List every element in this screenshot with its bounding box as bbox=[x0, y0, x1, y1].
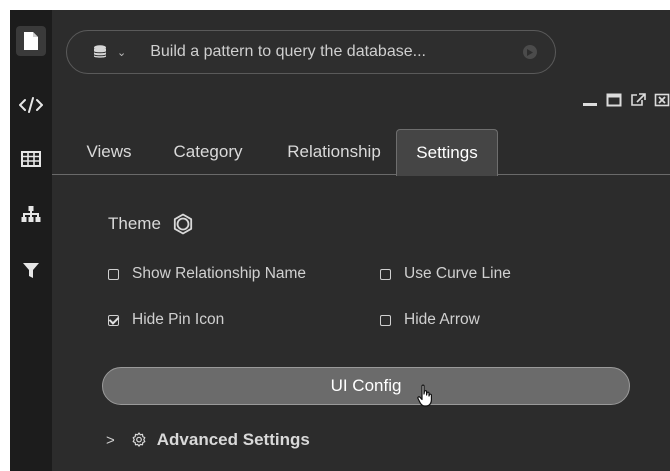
theme-row: Theme bbox=[108, 212, 195, 236]
gear-icon bbox=[131, 432, 147, 448]
ui-config-button[interactable]: UI Config bbox=[102, 367, 630, 405]
checkbox-checked[interactable] bbox=[108, 314, 119, 326]
option-label: Show Relationship Name bbox=[132, 265, 307, 282]
checkbox[interactable] bbox=[380, 268, 391, 280]
option-label: Hide Arrow bbox=[404, 311, 480, 328]
checkbox[interactable] bbox=[380, 314, 391, 326]
filter-icon[interactable] bbox=[16, 256, 46, 286]
table-icon[interactable] bbox=[16, 144, 46, 174]
tab-views[interactable]: Views bbox=[66, 129, 152, 175]
checkbox[interactable] bbox=[108, 268, 119, 280]
chevron-down-icon[interactable]: ⌄ bbox=[117, 46, 126, 59]
app-window: ⌄ Views Category Relationship Settings T… bbox=[10, 10, 670, 471]
hand-cursor-icon bbox=[417, 384, 435, 413]
option-hide-arrow[interactable]: Hide Arrow bbox=[380, 311, 480, 329]
maximize-icon[interactable] bbox=[606, 93, 622, 107]
option-label: Hide Pin Icon bbox=[132, 311, 225, 328]
advanced-settings-toggle[interactable]: > Advanced Settings bbox=[106, 430, 310, 450]
hierarchy-icon[interactable] bbox=[16, 200, 46, 230]
window-controls bbox=[582, 90, 670, 110]
close-icon[interactable] bbox=[654, 93, 670, 107]
database-icon[interactable] bbox=[93, 45, 107, 59]
query-input[interactable] bbox=[150, 43, 511, 61]
code-icon[interactable] bbox=[16, 90, 46, 120]
left-icon-rail bbox=[10, 10, 52, 471]
theme-label: Theme bbox=[108, 214, 161, 233]
option-label: Use Curve Line bbox=[404, 265, 511, 282]
option-hide-pin-icon[interactable]: Hide Pin Icon bbox=[108, 311, 224, 329]
query-bar: ⌄ bbox=[66, 30, 556, 74]
theme-gear-icon[interactable] bbox=[171, 212, 195, 236]
tab-settings[interactable]: Settings bbox=[396, 129, 498, 176]
tab-category[interactable]: Category bbox=[158, 129, 258, 175]
run-query-icon[interactable] bbox=[523, 45, 537, 59]
tab-relationship[interactable]: Relationship bbox=[266, 129, 402, 175]
minimize-icon[interactable] bbox=[582, 93, 598, 107]
option-use-curve-line[interactable]: Use Curve Line bbox=[380, 265, 511, 283]
tab-bar: Views Category Relationship Settings bbox=[52, 129, 670, 176]
chevron-right-icon[interactable]: > bbox=[106, 432, 115, 449]
external-link-icon[interactable] bbox=[630, 93, 646, 107]
advanced-settings-label: Advanced Settings bbox=[156, 430, 310, 449]
option-show-relationship-name[interactable]: Show Relationship Name bbox=[108, 265, 306, 283]
document-icon[interactable] bbox=[16, 26, 46, 56]
